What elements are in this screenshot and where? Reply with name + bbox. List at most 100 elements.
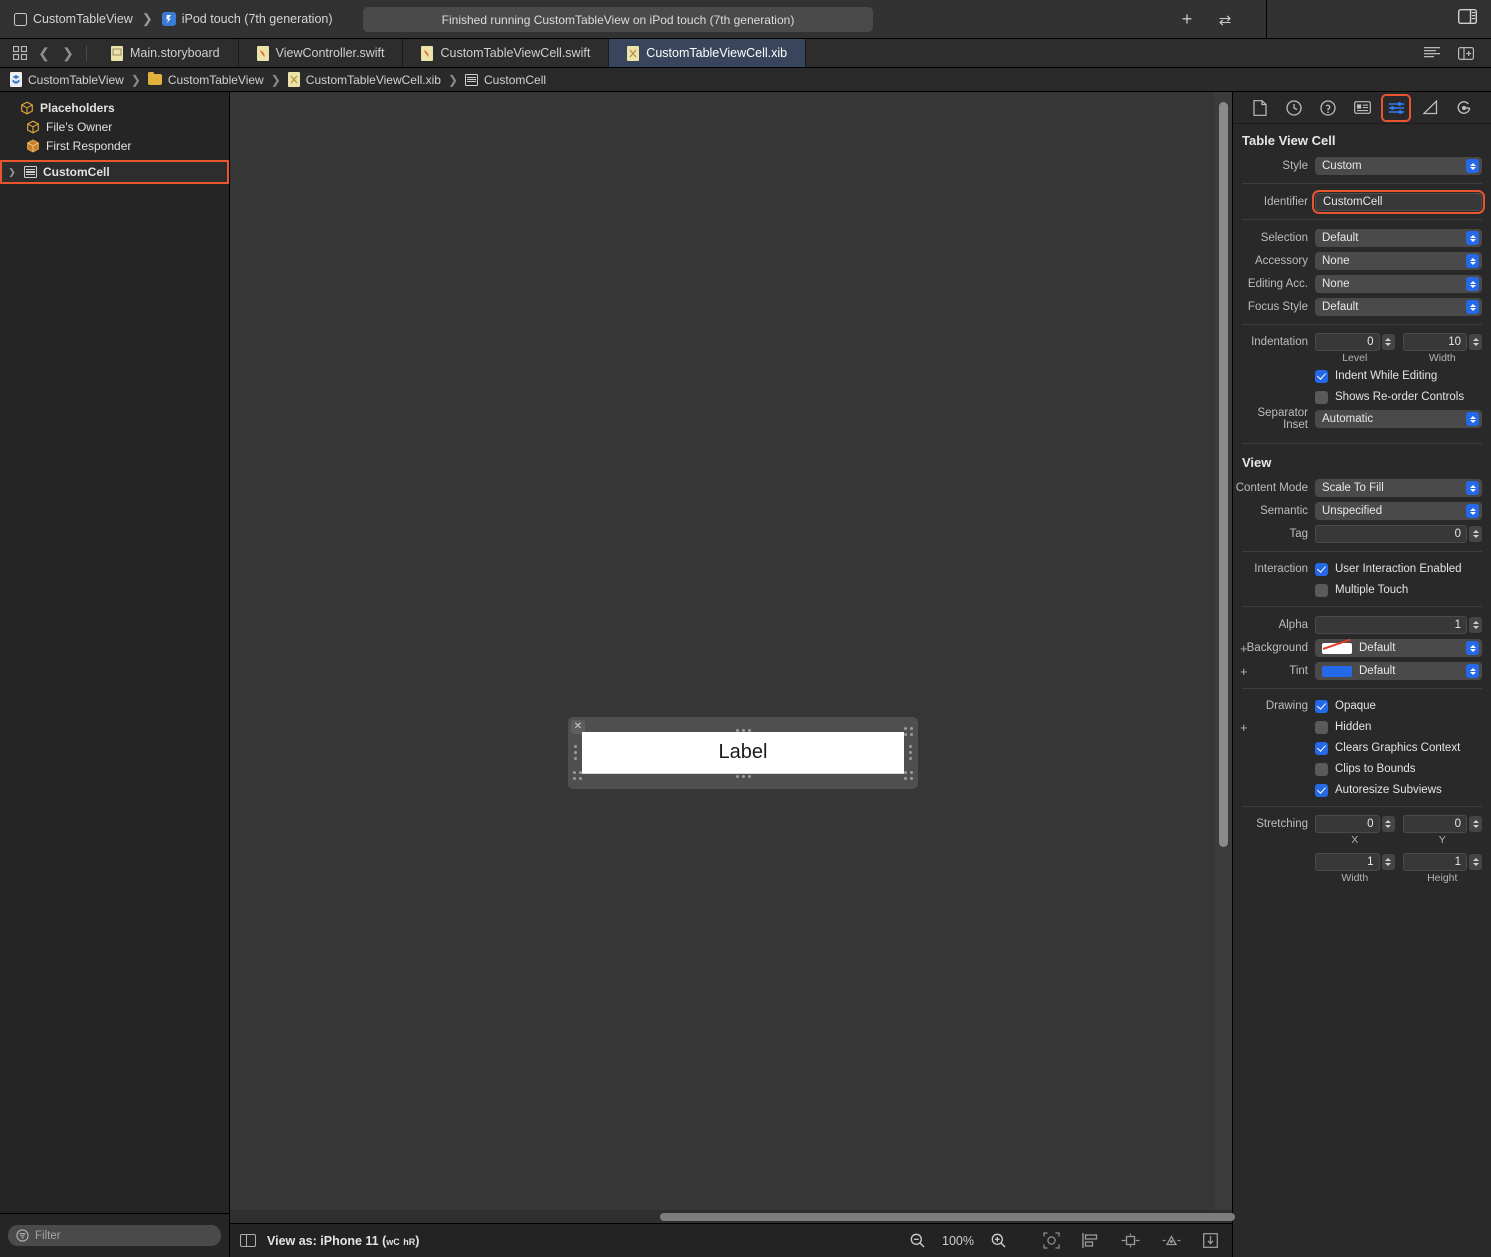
popup-arrows-icon [1466,254,1479,268]
checkbox-opaque[interactable]: Opaque [1315,699,1376,713]
indentation-level-stepper[interactable] [1381,334,1395,350]
canvas-vertical-scroll-track[interactable] [1214,92,1232,1210]
view-as-control[interactable]: View as: iPhone 11 (wC hR) [230,1234,419,1248]
resize-handle-left[interactable] [574,745,577,760]
tab-viewcontroller-swift[interactable]: ViewController.swift [239,39,404,67]
tint-color-swatch[interactable] [1322,665,1352,677]
back-button[interactable]: ❮ [32,39,56,67]
checkbox-hidden[interactable]: Hidden [1315,720,1371,734]
add-assistant-editor-button[interactable] [1449,39,1483,67]
popup-style[interactable]: Custom [1315,157,1482,175]
alpha-stepper[interactable] [1469,617,1482,633]
embed-in-icon[interactable] [1203,1233,1218,1248]
canvas-surface[interactable]: ✕ Label [230,92,1232,1210]
identity-inspector-icon[interactable] [1349,96,1375,120]
tab-main-storyboard[interactable]: Main.storyboard [93,39,239,67]
resize-handle-right[interactable] [909,745,912,760]
size-inspector-icon[interactable] [1417,96,1443,120]
popup-selection[interactable]: Default [1315,229,1482,247]
minimap-button[interactable] [1415,39,1449,67]
stretching-width-stepper[interactable] [1381,854,1395,870]
stretching-y-input[interactable]: 0 [1402,815,1467,833]
grid-view-button[interactable] [8,39,32,67]
table-view-cell-object[interactable]: ✕ Label [568,717,918,789]
cell-label[interactable]: Label [719,741,768,764]
tag-input[interactable]: 0 [1315,525,1467,543]
breadcrumb-item-cell[interactable]: CustomCell [465,73,546,87]
toggle-inspector-button[interactable] [1457,8,1478,29]
background-color-swatch[interactable] [1322,642,1352,654]
stretching-height-input[interactable]: 1 [1402,853,1467,871]
popup-semantic[interactable]: Unspecified [1315,502,1482,520]
toggle-editor-button[interactable]: ⇄ [1207,0,1243,39]
cell-content-view[interactable]: Label [582,732,904,773]
stretching-x-input[interactable]: 0 [1315,815,1380,833]
outline-item-placeholders[interactable]: Placeholders [0,98,229,117]
outline-item-customcell[interactable]: ❯ CustomCell [0,160,229,184]
status-text: Finished running CustomTableView on iPod… [441,12,795,27]
stretching-height-stepper[interactable] [1469,854,1482,870]
chevron-right-icon[interactable]: ❯ [6,167,18,178]
file-inspector-icon[interactable] [1247,96,1273,120]
checkbox-indent-while-editing[interactable]: Indent While Editing [1315,369,1437,383]
stretching-x-stepper[interactable] [1381,816,1395,832]
align-icon[interactable] [1082,1233,1099,1248]
history-inspector-icon[interactable] [1281,96,1307,120]
filter-input[interactable]: Filter [8,1225,221,1246]
help-inspector-icon[interactable] [1315,96,1341,120]
add-editor-button[interactable]: + [1169,0,1205,39]
checkbox-user-interaction-enabled[interactable]: User Interaction Enabled [1315,562,1462,576]
checkbox-clears-graphics-context[interactable]: Clears Graphics Context [1315,741,1460,755]
popup-value: Default [1322,232,1359,244]
add-background-variation-icon[interactable]: + [1240,642,1248,655]
indentation-width-stepper[interactable] [1469,334,1482,350]
lines-icon [1424,47,1440,58]
popup-accessory[interactable]: None [1315,252,1482,270]
checkbox-shows-reorder-controls[interactable]: Shows Re-order Controls [1315,390,1464,404]
stretching-width-input[interactable]: 1 [1315,853,1380,871]
forward-button[interactable]: ❯ [56,39,80,67]
zoom-out-icon[interactable] [910,1233,925,1248]
resolve-issues-icon[interactable] [1162,1233,1181,1248]
popup-editing-accessory[interactable]: None [1315,275,1482,293]
indentation-level-input[interactable]: 0 [1315,333,1380,351]
alpha-input[interactable]: 1 [1315,616,1467,634]
popup-tint-color[interactable]: Default [1315,662,1482,680]
canvas-horizontal-scrollbar[interactable] [660,1213,1235,1221]
tab-customtableviewcell-swift[interactable]: CustomTableViewCell.swift [403,39,610,67]
tab-customtableviewcell-xib[interactable]: CustomTableViewCell.xib [609,39,807,67]
add-constraints-icon[interactable] [1121,1233,1140,1248]
zoom-in-icon[interactable] [991,1233,1006,1248]
destination-selector[interactable]: iPod touch (7th generation) [161,12,333,26]
popup-background-color[interactable]: Default [1315,639,1482,657]
outline-item-first-responder[interactable]: First Responder [0,136,229,155]
add-hidden-variation-icon[interactable]: + [1240,721,1248,734]
corner-handle-tr[interactable] [904,727,913,736]
breadcrumb-item-project[interactable]: CustomTableView [10,72,124,87]
stretching-y-stepper[interactable] [1469,816,1482,832]
update-frames-icon[interactable] [1043,1232,1060,1249]
breadcrumb-item-folder[interactable]: CustomTableView [147,71,264,87]
indentation-width-input[interactable]: 10 [1402,333,1467,351]
popup-content-mode[interactable]: Scale To Fill [1315,479,1482,497]
popup-separator-inset[interactable]: Automatic [1315,410,1482,428]
tag-stepper[interactable] [1469,526,1482,542]
identifier-input[interactable]: CustomCell [1312,190,1485,214]
connections-inspector-icon[interactable] [1451,96,1477,120]
scheme-selector[interactable]: CustomTableView [14,12,133,26]
attributes-inspector-icon[interactable] [1381,93,1411,122]
corner-handle-bl[interactable] [573,771,582,780]
checkbox-clips-to-bounds[interactable]: Clips to Bounds [1315,762,1416,776]
document-outline-toggle-icon[interactable] [240,1234,256,1247]
popup-focus-style[interactable]: Default [1315,298,1482,316]
add-tint-variation-icon[interactable]: + [1240,665,1248,678]
canvas-horizontal-scroll-track[interactable] [230,1210,1235,1223]
corner-handle-br[interactable] [904,771,913,780]
breadcrumb-item-xib[interactable]: CustomTableViewCell.xib [287,72,441,87]
resize-handle-bottom[interactable] [736,775,751,778]
canvas-vertical-scrollbar[interactable] [1219,102,1228,847]
checkbox-autoresize-subviews[interactable]: Autoresize Subviews [1315,783,1442,797]
checkbox-multiple-touch[interactable]: Multiple Touch [1315,583,1408,597]
popup-arrows-icon [1466,159,1479,173]
outline-item-files-owner[interactable]: File's Owner [0,117,229,136]
